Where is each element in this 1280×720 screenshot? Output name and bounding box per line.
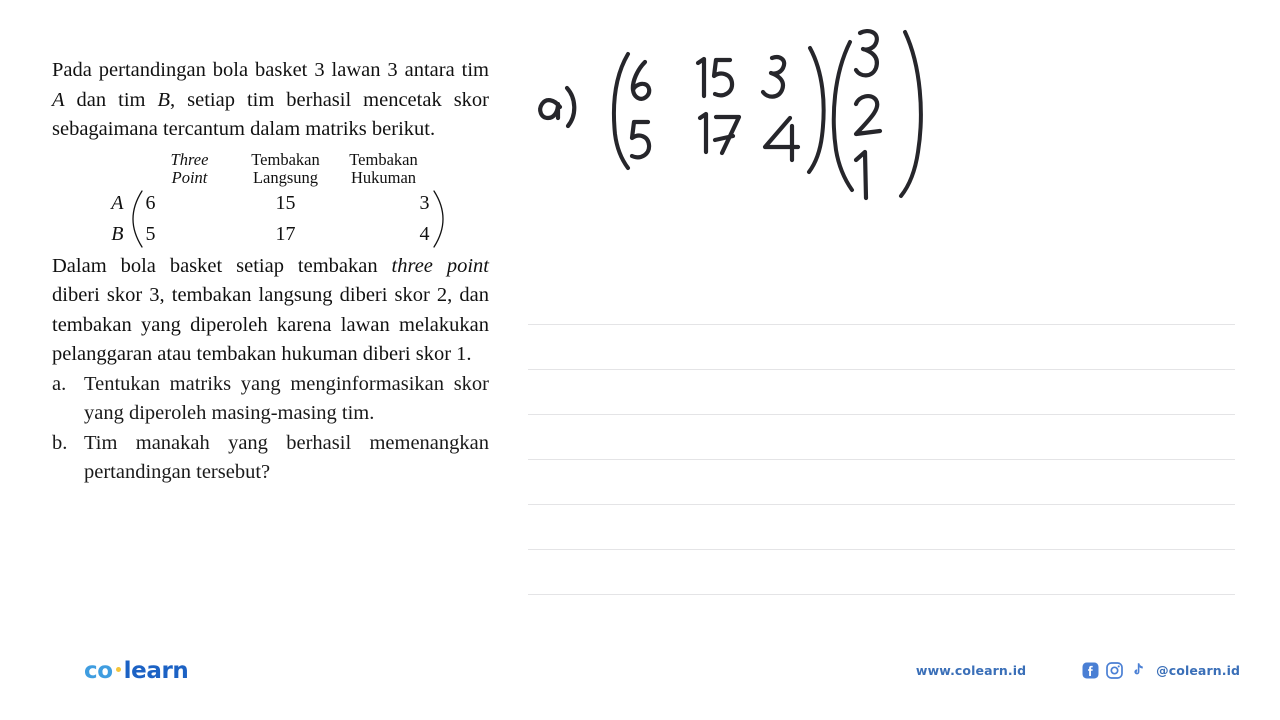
- matrix-header-tembakan-langsung: Tembakan Langsung: [236, 149, 336, 188]
- three-point-italic: three point: [391, 254, 489, 277]
- header-1-line-1: Three: [170, 149, 209, 169]
- matrix-cell-b-hukuman: 4: [419, 222, 430, 245]
- subquestion-a: a. Tentukan matriks yang menginformasika…: [52, 370, 489, 429]
- header-3-line-1: Tembakan: [349, 149, 418, 169]
- paragraph-2-text-1: Dalam bola basket setiap tembakan: [52, 254, 392, 277]
- matrix-row-b: 5 17 4: [144, 221, 432, 248]
- rule-line: [528, 324, 1235, 325]
- page-footer: co learn www.colearn.id @colearn.id: [0, 640, 1280, 720]
- matrix-cells: 6 15 3 5 17 4: [144, 190, 432, 248]
- tiktok-icon[interactable]: [1130, 662, 1145, 679]
- website-url[interactable]: www.colearn.id: [916, 663, 1026, 678]
- matrix-header-tembakan-hukuman: Tembakan Hukuman: [336, 149, 432, 188]
- instagram-icon[interactable]: [1106, 662, 1124, 679]
- matrix-cell-a-hukuman: 3: [419, 191, 430, 214]
- matrix-column-headers: Three Point Tembakan Langsung Tembakan H…: [96, 149, 446, 188]
- question-column: Pada pertandingan bola basket 3 lawan 3 …: [52, 56, 489, 488]
- footer-links: www.colearn.id @colearn.id: [916, 662, 1240, 679]
- facebook-icon[interactable]: [1082, 662, 1099, 679]
- social-handle[interactable]: @colearn.id: [1156, 663, 1240, 678]
- matrix-header-three-point: Three Point: [144, 149, 236, 188]
- rule-line: [528, 369, 1235, 370]
- matrix-cell-a-three-point: 6: [145, 191, 156, 214]
- matrix-body: A B 6 15 3 5 17 4: [96, 189, 446, 248]
- question-paragraph-2: Dalam bola basket setiap tembakan three …: [52, 252, 489, 370]
- header-1-line-2: Point: [171, 168, 208, 187]
- colearn-logo: co learn: [84, 658, 189, 684]
- matrix-cell-b-langsung: 17: [275, 222, 296, 245]
- subquestion-b-text: Tim manakah yang berhasil memenangkan pe…: [84, 431, 489, 484]
- matrix-cell-a-langsung: 15: [275, 191, 296, 214]
- rule-line: [528, 459, 1235, 460]
- team-a-italic: A: [52, 88, 65, 111]
- subquestion-a-text: Tentukan matriks yang menginformasikan s…: [84, 372, 489, 425]
- header-2-line-1: Tembakan: [251, 149, 320, 169]
- score-matrix: Three Point Tembakan Langsung Tembakan H…: [52, 149, 489, 248]
- subquestion-a-marker: a.: [52, 372, 67, 395]
- paragraph-1-text-2: dan tim: [64, 88, 158, 111]
- paragraph-1-text-1: Pada pertandingan bola basket 3 lawan 3 …: [52, 59, 489, 81]
- rule-line: [528, 504, 1235, 505]
- team-b-italic: B: [157, 88, 170, 111]
- header-3-line-2: Hukuman: [350, 168, 417, 187]
- rule-line: [528, 414, 1235, 415]
- matrix-cell-b-three-point: 5: [145, 222, 156, 245]
- matrix-row-label-b: B: [111, 222, 124, 245]
- logo-text-co: co: [84, 658, 113, 684]
- matrix-row-labels: A B: [96, 190, 130, 248]
- header-2-line-2: Langsung: [252, 168, 319, 187]
- handwritten-answer: [520, 0, 1280, 220]
- subquestion-b: b. Tim manakah yang berhasil memenangkan…: [52, 429, 489, 488]
- matrix-row-a: 6 15 3: [144, 190, 432, 217]
- matrix-row-label-a: A: [111, 191, 124, 214]
- rule-line: [528, 549, 1235, 550]
- rule-line: [528, 594, 1235, 595]
- answer-work-area[interactable]: [520, 0, 1280, 640]
- logo-text-learn: learn: [123, 658, 189, 684]
- logo-dot-separator: [115, 667, 121, 672]
- question-paragraph-1: Pada pertandingan bola basket 3 lawan 3 …: [52, 56, 489, 145]
- matrix-right-paren: [432, 189, 446, 248]
- matrix-left-paren: [130, 189, 144, 248]
- paragraph-2-text-2: diberi skor 3, tembakan langsung diberi …: [52, 284, 489, 365]
- subquestion-b-marker: b.: [52, 431, 68, 454]
